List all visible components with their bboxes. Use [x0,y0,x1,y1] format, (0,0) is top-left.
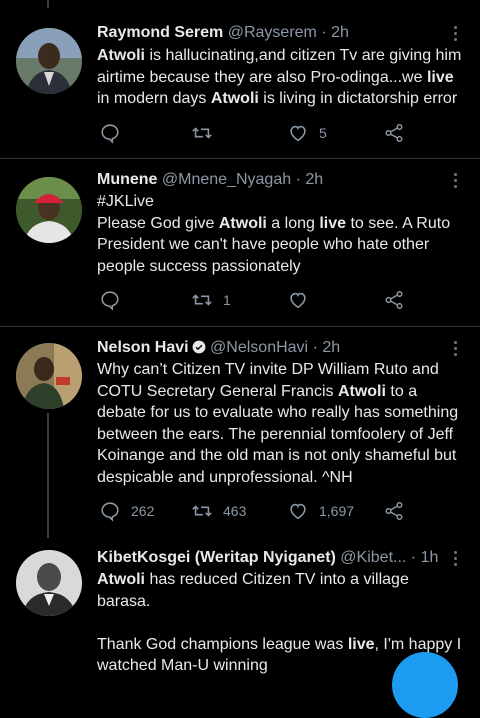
tweet-text-line: people success passionately [97,257,301,275]
avatar[interactable] [16,177,82,243]
avatar[interactable] [16,550,82,616]
more-options-icon[interactable] [452,551,458,571]
more-options-icon[interactable] [452,341,458,361]
tweet-actions: 262 463 1,697 [97,499,420,523]
reply-count: 262 [131,503,155,519]
retweet-icon [192,127,212,139]
tweet-time[interactable]: · 1h [411,549,439,566]
author-name[interactable]: Munene [97,171,157,188]
like-button[interactable] [287,288,319,312]
retweet-button[interactable]: 1 [191,288,231,312]
share-icon [385,502,403,520]
tweet-text-line: Atwoli has reduced Citizen TV into a vil… [97,571,414,610]
share-button[interactable] [383,288,415,312]
highlighted-keyword: Atwoli [97,47,145,64]
tweet-text-line: #JKLive [97,193,154,210]
retweet-count: 1 [223,292,231,308]
reply-button[interactable] [99,288,131,312]
heart-icon [290,503,306,520]
highlighted-keyword: live [347,635,375,653]
reply-button[interactable] [99,121,131,145]
tweet-text: #JKLive Please God give Atwoli a long liv… [97,191,466,277]
share-icon [385,291,403,309]
tweet-text-line: President we can't have people who hate … [97,236,430,253]
heart-icon [290,292,306,309]
tweet-text-line: despicable and unprofessional. ^NH [97,468,353,486]
retweet-icon [192,505,212,517]
highlighted-keyword: Atwoli [337,382,386,400]
tweet-text: Why can’t Citizen TV invite DP William R… [97,359,466,488]
share-button[interactable] [383,121,415,145]
tweet-text: Atwoli is hallucinating,and citizen Tv a… [97,45,466,110]
retweet-icon [192,294,212,306]
highlighted-keyword: live [319,214,347,232]
tweet-text-line: between the ears. The perennial tomfoole… [97,425,454,443]
reply-icon [101,502,119,522]
highlighted-keyword: Atwoli [210,90,259,107]
tweet-text-line: in modern days Atwoli is living in dicta… [97,90,458,107]
tweet-header: Munene @Mnene_Nyagah · 2h [97,169,440,191]
tweet-text-line: Thank God champions league was live, I'm… [97,635,462,653]
tweet-nelson-havi[interactable]: Nelson Havi @NelsonHavi · 2h Why can’t C… [0,327,480,538]
highlighted-keyword: Atwoli [218,214,267,232]
tweet-actions: 5 [97,121,420,145]
author-name[interactable]: KibetKosgei (Weritap Nyiganet) [97,549,336,566]
tweet-header: Raymond Serem @Rayserem · 2h [97,22,440,44]
like-count: 1,697 [319,503,355,519]
tweet-time[interactable]: · 2h [321,24,349,41]
tweet-text-line: Atwoli is hallucinating,and citizen Tv a… [97,47,462,64]
retweet-count: 463 [223,503,247,519]
tweet-text-line: Koinange and the old man is not only sha… [97,447,457,464]
tweet-time[interactable]: · 2h [313,339,341,356]
author-handle[interactable]: @Kibet... [340,549,406,566]
tweet-munene[interactable]: Munene @Mnene_Nyagah · 2h #JKLive Please … [0,159,480,327]
tweet-time[interactable]: · 2h [296,171,324,188]
author-name[interactable]: Nelson Havi [97,339,189,356]
avatar[interactable] [16,28,82,94]
tweet-text-line [97,612,466,634]
tweet-header: Nelson Havi @NelsonHavi · 2h [97,337,440,359]
more-options-icon[interactable] [452,173,458,193]
author-name[interactable]: Raymond Serem [97,24,223,41]
verified-badge-icon [192,340,206,354]
compose-tweet-button[interactable] [392,652,458,718]
reply-icon [101,124,119,144]
thread-connector [47,413,49,538]
reply-button[interactable]: 262 [99,499,154,523]
share-button[interactable] [383,499,415,523]
like-count: 5 [319,125,327,141]
tweet-text-line: debate for us to evaluate who really has… [97,404,459,421]
tweet-kibetkosgei[interactable]: KibetKosgei (Weritap Nyiganet) @Kibet...… [0,538,480,674]
avatar[interactable] [16,343,82,409]
tweet-actions: 1 [97,288,420,312]
author-handle[interactable]: @NelsonHavi [210,339,308,356]
retweet-button[interactable] [191,121,223,145]
reply-icon [101,291,119,311]
highlighted-keyword: live [426,68,454,86]
retweet-button[interactable]: 463 [191,499,246,523]
like-button[interactable]: 1,697 [287,499,354,523]
author-handle[interactable]: @Rayserem [228,24,317,41]
author-handle[interactable]: @Mnene_Nyagah [162,171,291,188]
like-button[interactable]: 5 [287,121,327,145]
heart-icon [290,125,306,142]
highlighted-keyword: Atwoli [97,571,145,588]
share-icon [385,124,403,142]
tweet-text-line: COTU Secretary General Francis Atwoli to… [97,382,418,400]
tweet-text-line: airtime because they are also Pro-odinga… [97,68,454,86]
tweet-raymond-serem[interactable]: Raymond Serem @Rayserem · 2h Atwoli is h… [0,0,480,159]
tweet-text-line: Please God give Atwoli a long live to se… [97,214,451,232]
tweet-header: KibetKosgei (Weritap Nyiganet) @Kibet...… [97,547,440,569]
tweet-text-line: Why can’t Citizen TV invite DP William R… [97,361,439,378]
more-options-icon[interactable] [452,26,458,46]
